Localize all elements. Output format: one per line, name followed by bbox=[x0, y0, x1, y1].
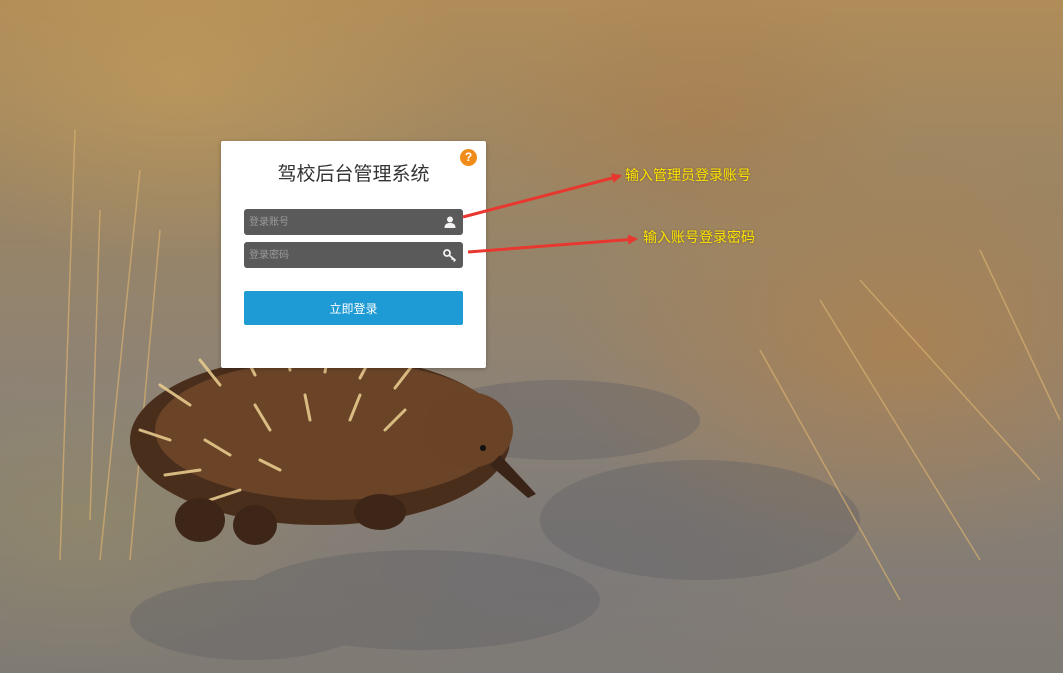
account-annotation: 输入管理员登录账号 bbox=[625, 168, 751, 184]
annotation-arrows bbox=[462, 173, 638, 254]
account-arrow bbox=[462, 173, 622, 219]
password-annotation: 输入账号登录密码 bbox=[643, 230, 755, 246]
password-arrow bbox=[467, 234, 638, 254]
